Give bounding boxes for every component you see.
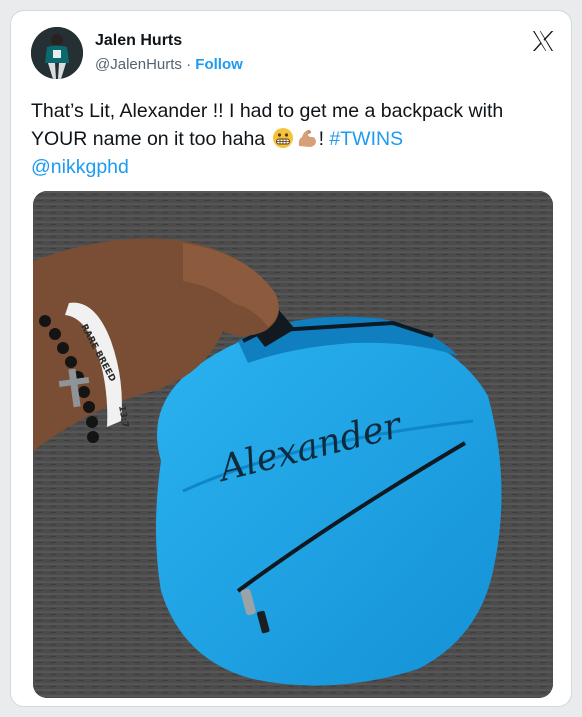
player-photo-icon	[31, 27, 83, 79]
tweet-card: Jalen Hurts @JalenHurts · Follow That’s …	[10, 10, 572, 707]
tweet-exclamation: !	[318, 128, 324, 150]
separator-dot: ·	[186, 56, 192, 73]
author-name[interactable]: Jalen Hurts	[95, 32, 182, 50]
backpack-photo-image: Alexander RARE BREED 13:7	[33, 191, 553, 698]
author-handle[interactable]: @JalenHurts	[95, 56, 182, 73]
mention-link[interactable]: @nikkgphd	[31, 156, 129, 178]
author-avatar[interactable]	[31, 27, 83, 79]
grimacing-face-emoji-icon	[272, 128, 293, 148]
hashtag-link[interactable]: #TWINS	[329, 128, 403, 150]
flexed-biceps-emoji-icon	[298, 130, 316, 147]
author-handle-row: @JalenHurts · Follow	[95, 56, 243, 73]
tweet-body: That’s Lit, Alexander !! I had to get me…	[31, 100, 504, 150]
follow-button[interactable]: Follow	[195, 56, 243, 73]
tweet-photo[interactable]: Alexander RARE BREED 13:7	[33, 191, 553, 698]
x-logo-icon[interactable]	[531, 29, 555, 53]
tweet-text: That’s Lit, Alexander !! I had to get me…	[31, 97, 551, 181]
